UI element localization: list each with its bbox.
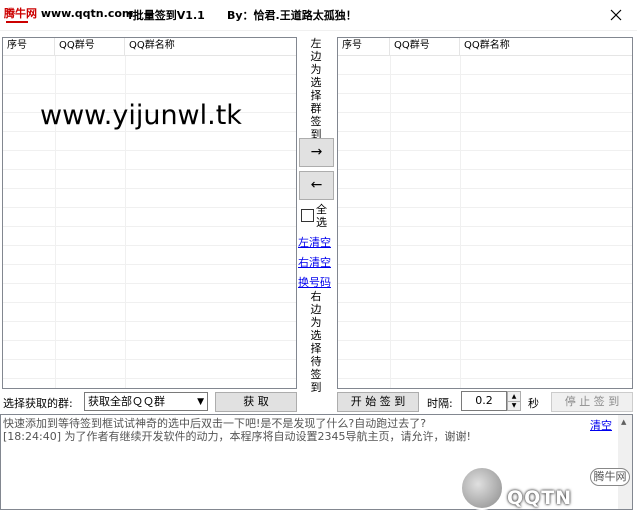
interval-input[interactable]: 0.2 [461,391,507,411]
interval-spinner[interactable]: ▲ ▼ [507,391,521,411]
right-grid-line [460,56,461,388]
interval-label: 时隔: [427,397,453,410]
log-scrollbar[interactable]: ▲ [618,415,632,509]
site-name: 腾牛网 [4,7,37,20]
right-list-rows [338,56,632,388]
spin-down-icon[interactable]: ▼ [508,401,520,410]
left-col-index[interactable]: 序号 [3,38,55,55]
tengniu-badge: 腾牛网 [590,468,630,486]
start-sign-button[interactable]: 开 始 签 到 [337,392,419,412]
qqtn-logo-icon [460,466,504,510]
right-col-qq-number[interactable]: QQ群号 [390,38,460,55]
site-logo: 腾牛网 www.qqtn.com [4,5,134,23]
left-group-list[interactable]: 序号 QQ群号 QQ群名称 [2,37,297,389]
left-list-header: 序号 QQ群号 QQ群名称 [3,38,296,56]
site-url: www.qqtn.com [40,7,134,20]
group-select[interactable]: 获取全部ＱＱ群 ▼ [84,392,208,411]
author-credit: By：恰君.王道路太孤独！ [227,9,357,22]
clear-left-link[interactable]: 左清空 [298,234,331,250]
logo-underline [6,21,28,23]
move-left-button[interactable]: ← [299,171,334,200]
scroll-up-icon[interactable]: ▲ [621,418,626,426]
select-group-label: 选择获取的群: [3,397,73,410]
select-all-label[interactable]: 全选 [316,203,328,229]
clear-right-link[interactable]: 右清空 [298,254,331,270]
right-grid-line [390,56,391,388]
chevron-down-icon: ▼ [197,397,204,407]
qqtn-watermark: QQTN [507,487,573,509]
left-hint-text: 左边为选择群签到 [310,37,322,141]
right-sign-list[interactable]: 序号 QQ群号 QQ群名称 [337,37,633,389]
right-col-index[interactable]: 序号 [338,38,390,55]
close-icon [610,9,622,21]
left-col-qq-name[interactable]: QQ群名称 [125,38,296,55]
title-divider [0,30,637,31]
right-col-qq-name[interactable]: QQ群名称 [460,38,632,55]
close-button[interactable] [602,3,630,27]
right-list-header: 序号 QQ群号 QQ群名称 [338,38,632,56]
change-number-link[interactable]: 换号码 [298,274,331,290]
overlay-url-text: www.yijunwl.tk [40,100,242,131]
left-col-qq-number[interactable]: QQ群号 [55,38,125,55]
group-select-value: 获取全部ＱＱ群 [88,395,165,408]
seconds-label: 秒 [528,397,539,410]
fetch-button[interactable]: 获 取 [215,392,297,412]
stop-sign-button[interactable]: 停 止 签 到 [551,392,633,412]
log-line: [18:24:40] 为了作者有继续开发软件的动力，本程序将自动设置2345导航… [3,430,471,443]
clear-log-link[interactable]: 清空 [590,417,612,433]
select-all-checkbox[interactable] [301,209,314,222]
app-title: f批量签到V1.1 [128,9,205,22]
right-hint-text: 右边为选择待签到 [310,290,322,394]
move-right-button[interactable]: → [299,138,334,167]
